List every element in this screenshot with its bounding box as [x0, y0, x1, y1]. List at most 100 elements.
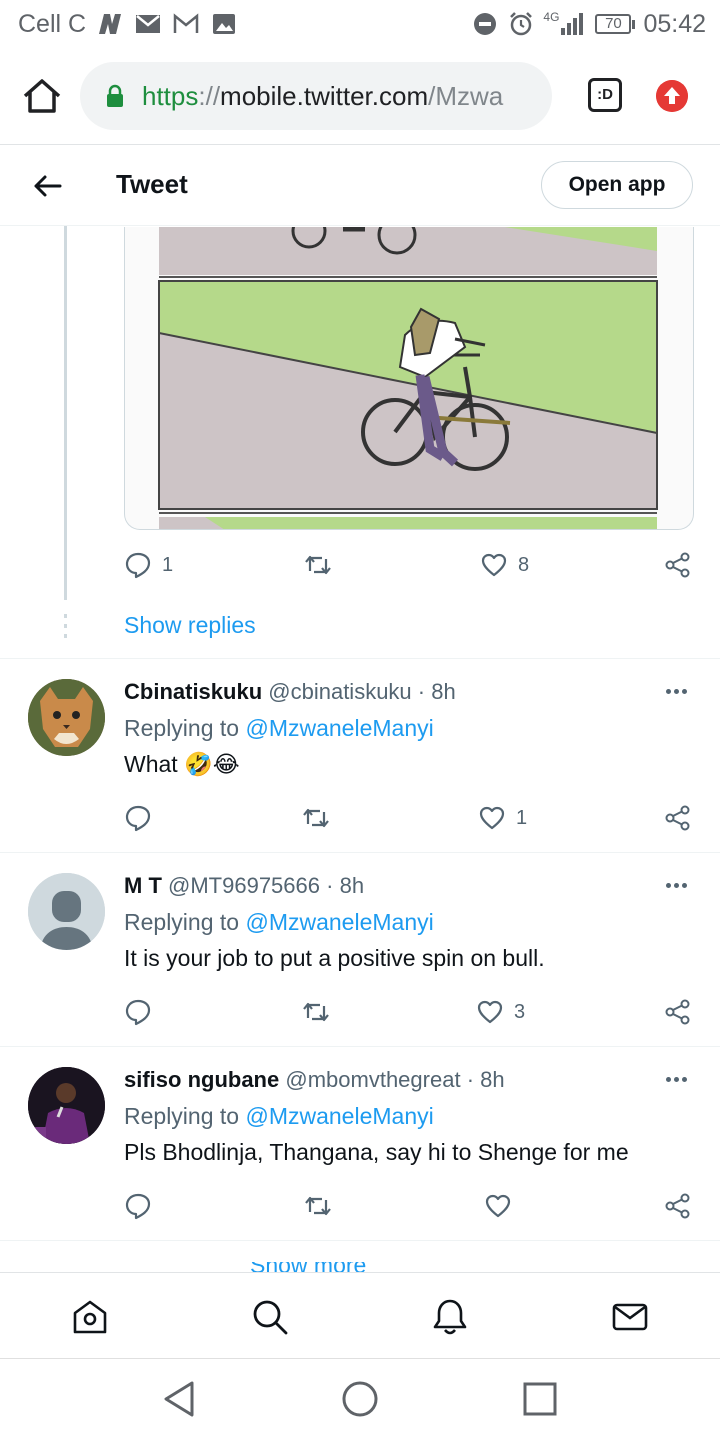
retweet-action[interactable]: [304, 1191, 332, 1221]
retweet-icon: [305, 555, 331, 575]
comic-panels-image: [158, 227, 658, 529]
reply-header: Cbinatiskuku @cbinatiskuku · 8h: [124, 679, 456, 704]
reply-action[interactable]: [124, 803, 152, 833]
replying-to: Replying to @MzwaneleManyi: [124, 909, 434, 935]
show-more-replies-link[interactable]: Show more replies: [250, 1262, 440, 1272]
upgrade-arrow-icon[interactable]: [656, 80, 688, 112]
avatar[interactable]: [28, 1067, 105, 1144]
reply-tweet[interactable]: sifiso ngubane @mbomvthegreat · 8h Reply…: [0, 1046, 720, 1240]
browser-toolbar: https://mobile.twitter.com/Mzwa :D: [0, 48, 720, 144]
timestamp: 8h: [480, 1067, 505, 1092]
address-bar[interactable]: https://mobile.twitter.com/Mzwa: [80, 62, 552, 130]
reply-action[interactable]: [124, 997, 152, 1027]
reply-tweet[interactable]: M T @MT96975666 · 8h Replying to @Mzwane…: [0, 852, 720, 1046]
carrier-label: Cell C: [18, 9, 87, 38]
like-action[interactable]: 1: [478, 803, 527, 833]
share-action[interactable]: [664, 997, 692, 1027]
retweet-action[interactable]: [302, 803, 330, 833]
status-bar: Cell C 4G 70 05:42: [0, 0, 720, 48]
reply-actions: 1: [0, 803, 720, 833]
display-name: sifiso ngubane: [124, 1067, 280, 1092]
like-action[interactable]: 3: [476, 997, 525, 1027]
divider: [0, 1240, 720, 1241]
reply-bubble-icon: [125, 999, 151, 1026]
heart-icon: [479, 806, 505, 830]
reply-bubble-icon: [125, 552, 151, 579]
battery-level: 70: [595, 14, 632, 34]
reply-count: 1: [162, 553, 174, 576]
reply-actions: 3: [0, 997, 720, 1027]
main-tweet-actions: 1 8: [0, 550, 720, 580]
signal-strength-icon: [561, 13, 584, 35]
speaker-avatar-image: [28, 1067, 105, 1144]
timestamp: 8h: [431, 679, 456, 704]
share-icon: [665, 805, 690, 831]
open-app-button[interactable]: Open app: [541, 161, 693, 209]
mention-link[interactable]: @MzwaneleManyi: [245, 715, 433, 741]
retweet-action[interactable]: [302, 997, 330, 1027]
page-title: Tweet: [116, 169, 188, 199]
share-action[interactable]: [664, 803, 692, 833]
retweet-icon: [303, 808, 329, 828]
share-action[interactable]: [664, 550, 692, 580]
search-tab-icon[interactable]: [250, 1297, 290, 1337]
like-action[interactable]: 8: [480, 550, 529, 580]
display-name: Cbinatiskuku: [124, 679, 263, 704]
system-navigation-bar: [0, 1358, 720, 1440]
like-count: 3: [514, 1000, 526, 1023]
mention-link[interactable]: @MzwaneleManyi: [245, 909, 433, 935]
cougar-avatar-image: [28, 679, 105, 756]
timestamp: 8h: [339, 873, 365, 898]
do-not-disturb-icon: [474, 13, 497, 35]
clock: 05:42: [643, 9, 706, 38]
heart-icon: [477, 1000, 503, 1024]
user-handle: @MT96975666: [168, 873, 320, 898]
network-type-label: 4G: [543, 10, 560, 24]
thread-dots: [64, 614, 67, 644]
share-icon: [665, 1193, 690, 1219]
back-arrow-icon[interactable]: [30, 169, 64, 203]
avatar[interactable]: [28, 679, 105, 756]
back-nav-icon[interactable]: [158, 1377, 202, 1421]
tab-switcher-button[interactable]: :D: [588, 78, 622, 112]
tweet-media-image[interactable]: [124, 227, 694, 530]
tweet-header: Tweet Open app: [0, 144, 720, 226]
reply-actions: [0, 1191, 720, 1221]
like-action[interactable]: [484, 1191, 512, 1221]
share-icon: [665, 999, 690, 1025]
recents-nav-icon[interactable]: [518, 1377, 562, 1421]
alarm-icon: [510, 12, 533, 36]
user-handle: @mbomvthegreat: [285, 1067, 461, 1092]
gmail-notification-icon: [173, 13, 199, 33]
notifications-tab-icon[interactable]: [430, 1297, 470, 1337]
show-replies-link[interactable]: Show replies: [124, 612, 256, 639]
more-options-icon[interactable]: [666, 1069, 692, 1089]
avatar[interactable]: [28, 873, 105, 950]
default-avatar-icon: [28, 873, 105, 950]
url-text: https://mobile.twitter.com/Mzwa: [142, 81, 504, 111]
share-action[interactable]: [664, 1191, 692, 1221]
user-handle: @cbinatiskuku: [268, 679, 412, 704]
heart-icon: [485, 1194, 511, 1218]
news-app-icon: [99, 14, 122, 34]
messages-tab-icon[interactable]: [610, 1297, 650, 1337]
home-tab-icon[interactable]: [70, 1297, 110, 1337]
reply-bubble-icon: [125, 805, 151, 832]
replying-to: Replying to @MzwaneleManyi: [124, 1103, 434, 1129]
reply-text: What 🤣😂: [124, 751, 240, 777]
more-options-icon[interactable]: [666, 681, 692, 701]
home-nav-icon[interactable]: [338, 1377, 382, 1421]
mail-notification-icon: [136, 15, 161, 33]
mention-link[interactable]: @MzwaneleManyi: [245, 1103, 433, 1129]
reply-header: M T @MT96975666 · 8h: [124, 873, 365, 898]
thread-connector: [64, 226, 67, 600]
bottom-tab-bar: [0, 1272, 720, 1358]
home-icon[interactable]: [20, 76, 64, 116]
reply-action[interactable]: 1: [124, 550, 173, 580]
reply-tweet[interactable]: Cbinatiskuku @cbinatiskuku · 8h Replying…: [0, 658, 720, 852]
retweet-action[interactable]: [304, 550, 332, 580]
gallery-notification-icon: [213, 14, 236, 34]
battery-indicator: 70: [595, 14, 636, 34]
reply-action[interactable]: [124, 1191, 152, 1221]
more-options-icon[interactable]: [666, 875, 692, 895]
